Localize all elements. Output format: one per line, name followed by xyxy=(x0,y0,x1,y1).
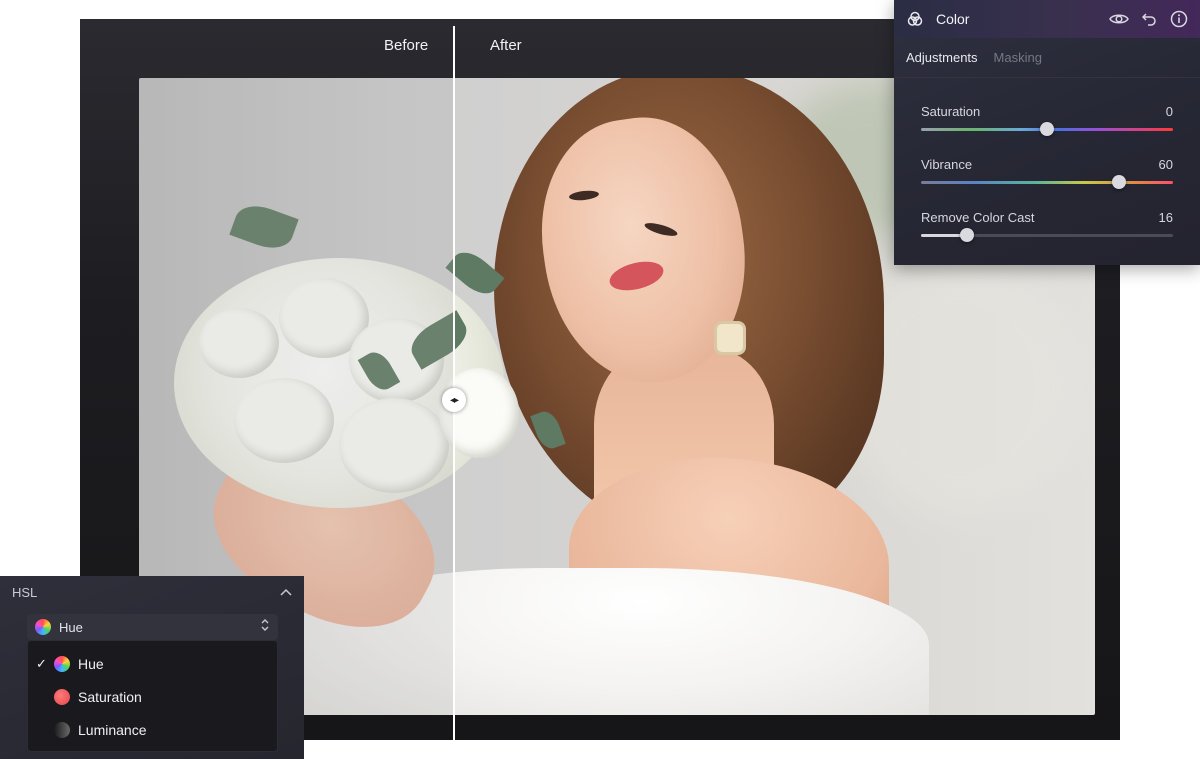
saturation-slider-row: Saturation 0 xyxy=(921,96,1173,149)
after-label: After xyxy=(490,37,522,54)
color-sliders: Saturation 0 Vibrance 60 Remove Color Ca… xyxy=(894,96,1200,255)
menu-item-hue[interactable]: ✓ Hue xyxy=(28,647,277,680)
saturation-swatch-icon xyxy=(54,688,70,705)
hue-swatch-icon xyxy=(35,619,51,635)
menu-item-luminance[interactable]: Luminance xyxy=(28,713,277,746)
color-panel-title: Color xyxy=(936,11,970,27)
eye-icon[interactable] xyxy=(1108,8,1130,30)
hue-swatch-icon xyxy=(54,655,70,672)
up-down-chevron-icon xyxy=(260,618,270,637)
remove-color-cast-slider-row: Remove Color Cast 16 xyxy=(921,202,1173,255)
hsl-panel-header[interactable]: HSL xyxy=(0,576,304,608)
tab-masking[interactable]: Masking xyxy=(994,50,1042,65)
vibrance-slider-track[interactable] xyxy=(921,181,1173,184)
chevron-up-icon[interactable] xyxy=(280,583,292,601)
menu-item-saturation[interactable]: Saturation xyxy=(28,680,277,713)
remove-color-cast-slider-track[interactable] xyxy=(921,234,1173,237)
saturation-slider-thumb[interactable] xyxy=(1040,122,1054,136)
before-label: Before xyxy=(384,37,429,54)
vibrance-slider-thumb[interactable] xyxy=(1111,175,1126,189)
color-panel-tabs: Adjustments Masking xyxy=(894,38,1200,78)
hsl-mode-select[interactable]: Hue xyxy=(27,614,278,640)
remove-color-cast-slider-thumb[interactable] xyxy=(960,228,975,242)
hsl-mode-dropdown: ✓ Hue Saturation Luminance xyxy=(27,640,278,752)
saturation-label: Saturation xyxy=(921,104,981,119)
saturation-value: 0 xyxy=(1165,104,1173,119)
luminance-swatch-icon xyxy=(54,721,70,738)
menu-item-label: Saturation xyxy=(78,688,142,705)
color-circles-icon xyxy=(904,8,926,30)
left-right-arrows-icon: ◂▸ xyxy=(449,394,459,406)
color-panel: Color Adjustments Masking Saturation 0 V… xyxy=(894,0,1200,265)
vibrance-slider-row: Vibrance 60 xyxy=(921,149,1173,202)
info-icon[interactable] xyxy=(1168,8,1190,30)
hsl-panel: HSL Hue ✓ Hue Saturation Luminance xyxy=(0,576,304,759)
hsl-panel-title: HSL xyxy=(12,584,38,600)
compare-drag-handle[interactable]: ◂▸ xyxy=(442,388,466,412)
checkmark-icon: ✓ xyxy=(36,655,47,671)
vibrance-label: Vibrance xyxy=(921,157,973,172)
remove-color-cast-label: Remove Color Cast xyxy=(921,210,1035,225)
compare-divider-line[interactable] xyxy=(453,26,455,740)
remove-color-cast-value: 16 xyxy=(1158,210,1173,225)
vibrance-value: 60 xyxy=(1158,157,1173,172)
undo-icon[interactable] xyxy=(1138,8,1160,30)
color-panel-header: Color xyxy=(894,0,1200,38)
menu-item-label: Luminance xyxy=(78,721,147,738)
hsl-selected-value: Hue xyxy=(59,619,83,635)
menu-item-label: Hue xyxy=(78,655,104,672)
tab-adjustments[interactable]: Adjustments xyxy=(906,50,978,65)
earring xyxy=(714,321,746,355)
